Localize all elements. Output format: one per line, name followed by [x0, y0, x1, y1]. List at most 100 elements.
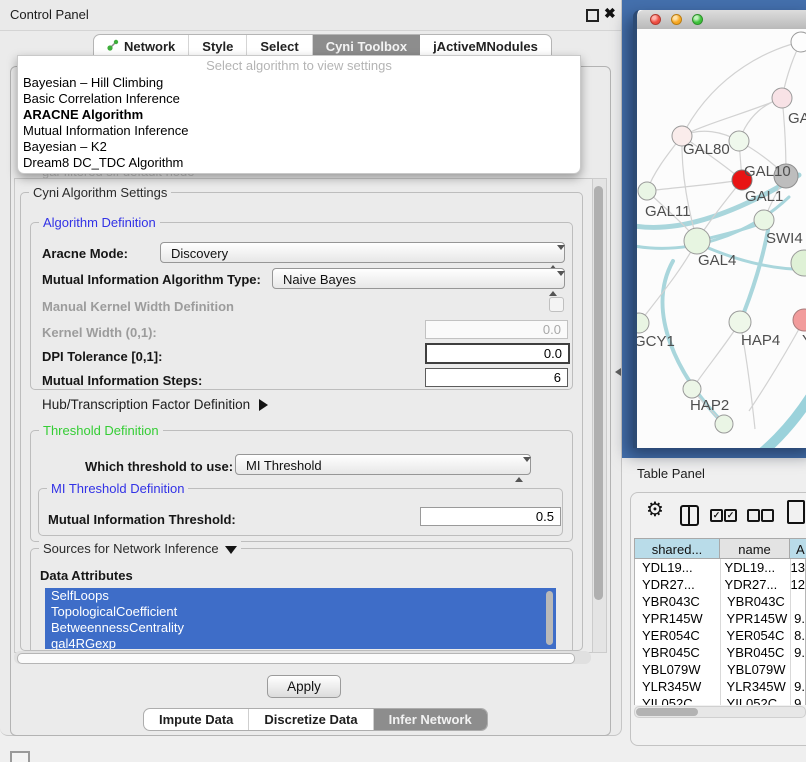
minimize-window-icon[interactable]: [671, 14, 682, 25]
cell[interactable]: 9.: [789, 696, 805, 705]
unchecked-checkbox-icon[interactable]: [761, 509, 774, 522]
document-icon[interactable]: [787, 500, 805, 524]
cell[interactable]: YLR345W: [635, 679, 720, 694]
cell[interactable]: YBR043C: [635, 594, 720, 609]
cell[interactable]: YDR27...: [635, 577, 718, 592]
group-title: Cyni Algorithm Settings: [29, 185, 171, 200]
node-label: GAL4: [698, 252, 736, 269]
cell[interactable]: 8.: [789, 628, 805, 643]
checked-checkbox-icon[interactable]: ✓: [710, 509, 723, 522]
cell[interactable]: YPR145W: [635, 611, 720, 626]
collapse-down-icon[interactable]: [225, 546, 237, 554]
node-label: GAL11: [645, 203, 691, 220]
list-item[interactable]: BetweennessCentrality: [45, 620, 556, 636]
node-label: HAP4: [741, 332, 780, 349]
kernel-width-input[interactable]: 0.0: [425, 320, 568, 339]
node-Y-partial[interactable]: [793, 309, 806, 331]
node-GCY1[interactable]: [637, 313, 649, 333]
aracne-mode-select[interactable]: Discovery: [160, 242, 565, 263]
list-item[interactable]: gal4RGexp: [45, 636, 556, 649]
table-horizontal-scrollbar-thumb[interactable]: [636, 708, 698, 716]
algorithm-option[interactable]: Basic Correlation Inference: [18, 91, 580, 107]
mi-algorithm-type-label: Mutual Information Algorithm Type:: [42, 272, 261, 287]
network-canvas[interactable]: GAL80 GAL10 GAL1 GAL11 SWI4 GAL4 GCY1 HA…: [637, 29, 806, 448]
cell[interactable]: 9.: [789, 645, 805, 660]
node-label: HAP2: [690, 397, 729, 414]
hub-definition-expander[interactable]: Hub/Transcription Factor Definition: [42, 397, 268, 412]
node-unlabeled[interactable]: [715, 415, 733, 433]
which-threshold-select[interactable]: MI Threshold: [235, 454, 531, 475]
close-window-icon[interactable]: [650, 14, 661, 25]
manual-kernel-checkbox[interactable]: [549, 297, 564, 312]
horizontal-scrollbar-thumb[interactable]: [17, 653, 575, 664]
node-unlabeled[interactable]: [791, 250, 806, 276]
cell[interactable]: YDL19...: [718, 560, 786, 575]
list-scrollbar-thumb[interactable]: [546, 591, 553, 645]
kernel-width-label: Kernel Width (0,1):: [42, 325, 157, 340]
cell[interactable]: YDR27...: [718, 577, 786, 592]
network-window-titlebar[interactable]: [637, 10, 806, 30]
tab-discretize-data[interactable]: Discretize Data: [249, 709, 373, 730]
cell[interactable]: YIL052C: [635, 696, 720, 705]
list-item[interactable]: SelfLoops: [45, 588, 556, 604]
tab-infer-network[interactable]: Infer Network: [374, 709, 487, 730]
dpi-tolerance-label: DPI Tolerance [0,1]:: [42, 349, 162, 364]
cell[interactable]: 9.: [789, 679, 805, 694]
algorithm-option-highlighted[interactable]: ARACNE Algorithm: [18, 107, 580, 123]
cell[interactable]: 9.: [789, 611, 805, 626]
cell[interactable]: YBR045C: [635, 645, 720, 660]
checked-checkbox-icon[interactable]: ✓: [724, 509, 737, 522]
control-panel: Control Panel ✖ gal-filtered sif default…: [0, 0, 622, 736]
cell[interactable]: YBR043C: [720, 594, 790, 609]
cell[interactable]: YIL052C: [720, 696, 790, 705]
cell[interactable]: YPR145W: [720, 611, 790, 626]
cell[interactable]: YBR045C: [720, 645, 790, 660]
which-threshold-value: MI Threshold: [246, 458, 322, 473]
unchecked-checkbox-icon[interactable]: [747, 509, 760, 522]
list-item[interactable]: TopologicalCoefficient: [45, 604, 556, 620]
node-HAP4[interactable]: [729, 311, 751, 333]
node-label: Y: [802, 332, 806, 349]
algorithm-option[interactable]: Dream8 DC_TDC Algorithm: [18, 155, 580, 171]
cell[interactable]: YBL079W: [635, 662, 720, 677]
cell[interactable]: 13: [786, 560, 805, 575]
apply-button[interactable]: Apply: [267, 675, 341, 698]
float-panel-icon[interactable]: [586, 9, 599, 22]
split-pane-collapse-icon[interactable]: [615, 368, 621, 376]
cell[interactable]: YER054C: [720, 628, 790, 643]
cell[interactable]: YDL19...: [635, 560, 718, 575]
dpi-tolerance-input[interactable]: 0.0: [425, 343, 570, 364]
node-SWI4[interactable]: [754, 210, 774, 230]
algorithm-option[interactable]: Bayesian – Hill Climbing: [18, 75, 580, 91]
hub-definition-label: Hub/Transcription Factor Definition: [42, 397, 250, 412]
cell[interactable]: YER054C: [635, 628, 720, 643]
node-HAP2[interactable]: [683, 380, 701, 398]
node-GAL-partial[interactable]: [772, 88, 792, 108]
columns-icon[interactable]: [680, 505, 699, 526]
node-GAL4[interactable]: [684, 228, 710, 254]
group-title: Threshold Definition: [39, 423, 163, 438]
algorithm-dropdown-popup: Select algorithm to view settings Bayesi…: [17, 55, 581, 174]
mi-steps-input[interactable]: 6: [425, 368, 568, 387]
cell[interactable]: 12: [786, 577, 805, 592]
column-header-name[interactable]: name: [719, 538, 790, 559]
column-header-partial[interactable]: A: [789, 538, 806, 559]
mi-algorithm-type-select[interactable]: Naive Bayes: [272, 268, 565, 289]
mi-threshold-input[interactable]: 0.5: [420, 507, 561, 526]
expand-right-icon: [259, 399, 268, 411]
column-header-shared[interactable]: shared...: [634, 538, 720, 559]
algorithm-option[interactable]: Mutual Information Inference: [18, 123, 580, 139]
algorithm-option[interactable]: Bayesian – K2: [18, 139, 580, 155]
vertical-scrollbar-thumb[interactable]: [594, 186, 603, 600]
close-panel-icon[interactable]: ✖: [604, 5, 616, 22]
node-label: GAL: [788, 110, 806, 127]
cell[interactable]: YBL079W: [720, 662, 790, 677]
node-GAL11[interactable]: [638, 182, 656, 200]
docked-panel-icon[interactable]: [10, 751, 30, 762]
cell[interactable]: YLR345W: [720, 679, 790, 694]
node-unlabeled[interactable]: [791, 32, 806, 52]
tab-impute-data[interactable]: Impute Data: [144, 709, 249, 730]
node-GAL10[interactable]: [729, 131, 749, 151]
gear-icon[interactable]: ⚙: [646, 499, 664, 521]
zoom-window-icon[interactable]: [692, 14, 703, 25]
